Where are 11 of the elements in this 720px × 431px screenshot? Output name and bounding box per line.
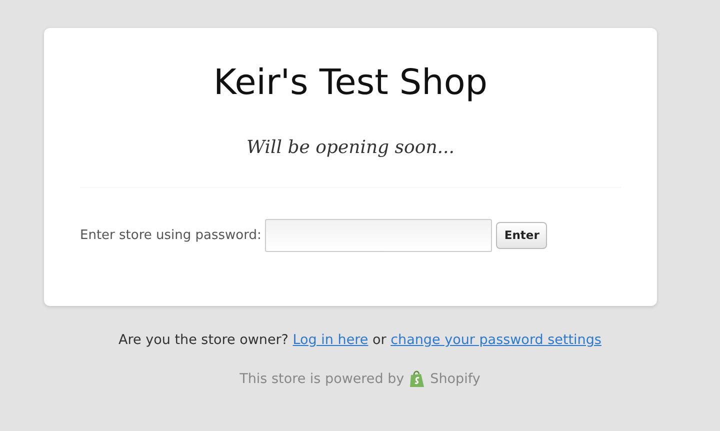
- brand-name: Shopify: [430, 370, 480, 390]
- password-settings-link[interactable]: change your password settings: [390, 332, 602, 348]
- password-label: Enter store using password:: [80, 226, 262, 245]
- enter-button[interactable]: Enter: [496, 222, 548, 250]
- login-link[interactable]: Log in here: [292, 332, 368, 348]
- shopping-bag-icon: [409, 370, 426, 388]
- shop-title: Keir's Test Shop: [212, 62, 488, 104]
- password-field[interactable]: [265, 219, 492, 252]
- owner-prompt: Are you the store owner? Log in here or change your password settings: [118, 331, 602, 350]
- tagline: Will be opening soon...: [246, 136, 456, 160]
- powered-by-text: This store is powered by: [240, 370, 404, 390]
